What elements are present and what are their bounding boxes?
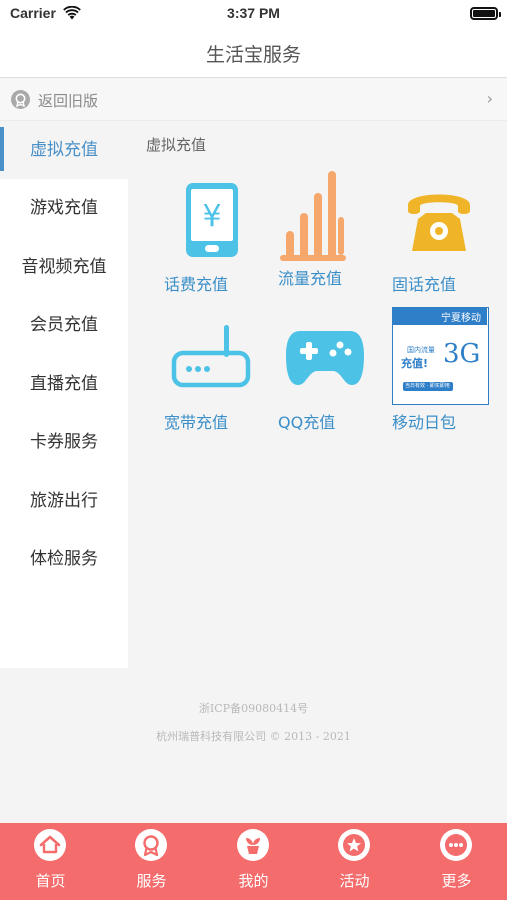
service-icon xyxy=(135,829,167,861)
nav-bar: 生活宝服务 xyxy=(0,28,507,78)
tile-data-recharge[interactable]: 流量充值 xyxy=(276,169,380,289)
card-big-text: 3G xyxy=(443,339,481,369)
tile-label: 移动日包 xyxy=(392,413,457,432)
tile-label: 话费充值 xyxy=(164,275,229,294)
tile-broadband-recharge[interactable]: 宽带充值 xyxy=(158,321,258,441)
tab-label: 我的 xyxy=(238,872,269,890)
star-icon xyxy=(338,829,370,861)
badge-icon xyxy=(11,90,30,109)
back-label: 返回旧版 xyxy=(38,92,99,110)
icp-number: 浙ICP备09080414号 xyxy=(198,702,309,715)
category-sidebar: 虚拟充值 游戏充值 音视频充值 会员充值 直播充值 卡券服务 旅游出行 体检服务 xyxy=(0,121,128,668)
page-title: 生活宝服务 xyxy=(205,44,301,66)
tile-label: QQ充值 xyxy=(278,413,336,432)
sidebar-item-health-check[interactable]: 体检服务 xyxy=(0,530,128,588)
tab-home[interactable]: 首页 xyxy=(0,823,101,900)
more-icon xyxy=(440,829,472,861)
clock: 3:37 PM xyxy=(227,5,280,21)
card-line2: 充值! xyxy=(401,357,429,370)
tab-label: 活动 xyxy=(339,872,370,890)
home-icon xyxy=(34,829,66,861)
gamepad-icon xyxy=(286,331,364,385)
tab-service[interactable]: 服务 xyxy=(101,823,202,900)
sidebar-item-membership-recharge[interactable]: 会员充值 xyxy=(0,296,128,354)
sidebar-item-travel[interactable]: 旅游出行 xyxy=(0,472,128,530)
tab-bar: 首页 服务 我的 活动 更多 xyxy=(0,823,507,900)
sidebar-item-live-recharge[interactable]: 直播充值 xyxy=(0,355,128,413)
back-to-old-version[interactable]: 返回旧版 › xyxy=(0,79,507,121)
card-header: 宁夏移动 xyxy=(441,313,481,324)
tab-label: 首页 xyxy=(35,872,66,890)
tile-mobile-daily-pack[interactable]: 宁夏移动 国内流量 充值! 3G 当日有效 · 即买即用 移动日包 xyxy=(392,307,502,441)
svg-text:¥: ¥ xyxy=(202,199,221,234)
plant-icon xyxy=(237,829,269,861)
sidebar-item-av-recharge[interactable]: 音视频充值 xyxy=(0,238,128,296)
status-bar: Carrier 3:37 PM xyxy=(0,0,507,28)
router-icon xyxy=(171,325,251,388)
tile-label: 固话充值 xyxy=(392,275,457,294)
tab-more[interactable]: 更多 xyxy=(406,823,507,900)
telephone-icon xyxy=(408,194,470,251)
mobile-daily-pack-card: 宁夏移动 国内流量 充值! 3G 当日有效 · 即买即用 xyxy=(392,307,489,405)
card-line1: 国内流量 xyxy=(407,346,435,354)
tile-qq-recharge[interactable]: QQ充值 xyxy=(276,321,380,441)
tile-label: 流量充值 xyxy=(278,269,343,288)
tile-label: 宽带充值 xyxy=(164,413,229,432)
phone-bill-icon: ¥ xyxy=(186,183,238,257)
tab-label: 更多 xyxy=(441,872,472,890)
battery-icon xyxy=(470,7,501,20)
tile-landline-recharge[interactable]: 固话充值 xyxy=(392,177,502,297)
card-footer: 当日有效 · 即买即用 xyxy=(405,383,450,389)
sidebar-item-coupon-service[interactable]: 卡券服务 xyxy=(0,413,128,471)
sidebar-item-virtual-recharge[interactable]: 虚拟充值 xyxy=(0,121,128,179)
section-title: 虚拟充值 xyxy=(146,136,207,154)
copyright: 杭州瑞普科技有限公司 © 2013 - 2021 xyxy=(156,730,351,743)
tile-phone-bill[interactable]: ¥ 话费充值 xyxy=(158,177,258,297)
tab-activity[interactable]: 活动 xyxy=(304,823,405,900)
sidebar-item-game-recharge[interactable]: 游戏充值 xyxy=(0,179,128,237)
bar-chart-icon xyxy=(280,171,346,261)
chevron-right-icon: › xyxy=(486,89,493,108)
tab-mine[interactable]: 我的 xyxy=(203,823,304,900)
content-area: 虚拟充值 ¥ 话费充值 流量充值 固话充值 宽带充值 QQ充值 宁夏移动 国内流… xyxy=(128,121,507,668)
tab-label: 服务 xyxy=(136,872,167,890)
